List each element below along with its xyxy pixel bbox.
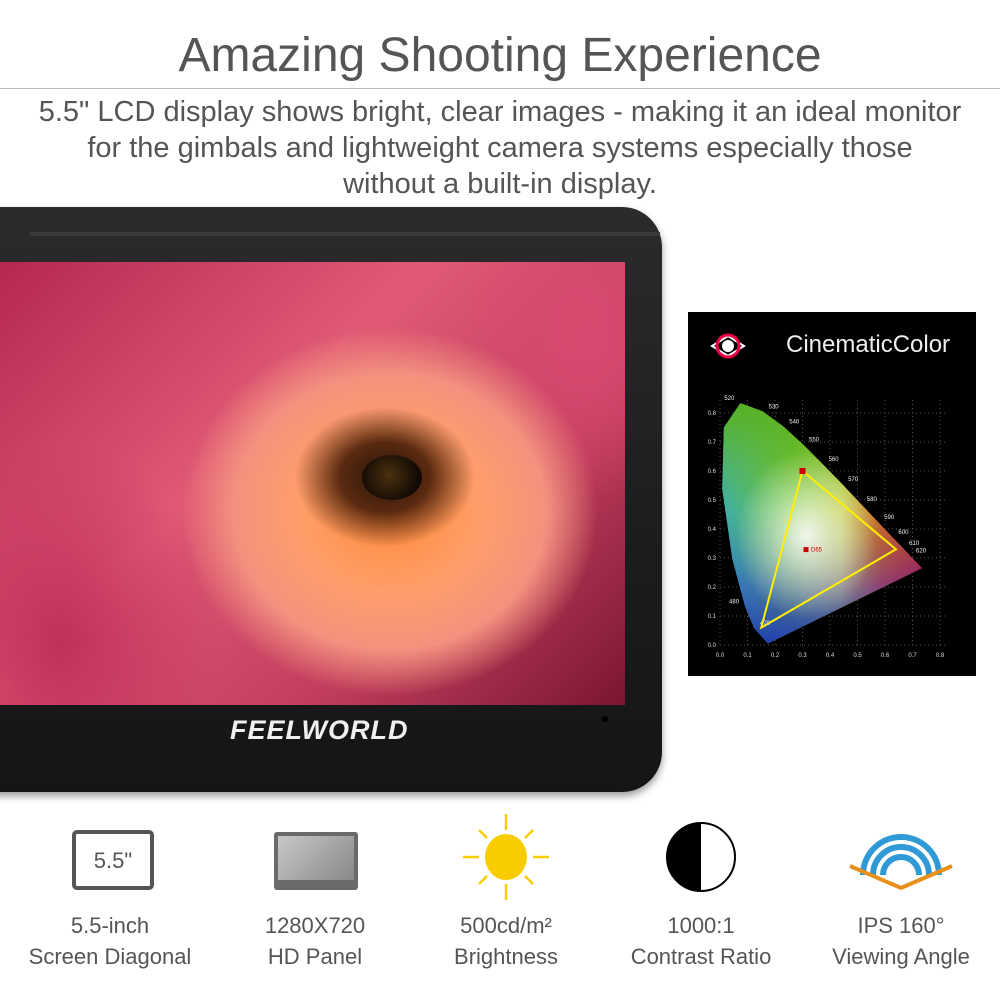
power-indicator <box>602 716 608 722</box>
feature-value: 500cd/m² <box>460 913 552 938</box>
title-divider <box>0 88 1000 89</box>
wavelength-label: 620 <box>916 549 927 555</box>
feature-value: 1000:1 <box>667 913 735 938</box>
contrast-icon <box>606 820 796 910</box>
wavelength-label: 550 <box>809 437 820 443</box>
x-tick-label: 0.0 <box>716 653 725 659</box>
wavelength-label: 570 <box>848 477 859 483</box>
wavelength-label: 610 <box>909 541 920 547</box>
monitor-screen-flower-image <box>0 262 625 705</box>
wavelength-label: 540 <box>789 419 800 425</box>
feature-contrast: 1000:1 Contrast Ratio <box>606 820 796 972</box>
feature-screen-diagonal: 5.5" 5.5-inch Screen Diagonal <box>15 820 205 972</box>
feature-label: Viewing Angle <box>832 944 970 969</box>
y-tick-label: 0.5 <box>708 498 717 504</box>
feature-value: 1280X720 <box>264 913 366 938</box>
viewing-angle-icon <box>806 820 996 910</box>
wavelength-label: 580 <box>867 497 878 503</box>
brand-logo: FEELWORLD <box>230 715 409 745</box>
x-tick-label: 0.1 <box>743 653 752 659</box>
x-tick-label: 0.5 <box>853 653 862 659</box>
feature-label: Brightness <box>454 944 558 969</box>
x-tick-label: 0.3 <box>798 653 807 659</box>
subtitle-line: for the gimbals and lightweight camera s… <box>87 132 913 164</box>
sun-icon <box>411 814 601 910</box>
wavelength-label: 600 <box>898 530 909 536</box>
y-tick-label: 0.4 <box>708 527 717 533</box>
y-tick-label: 0.3 <box>708 556 717 562</box>
wavelength-label: 590 <box>884 515 895 521</box>
feature-label: Screen Diagonal <box>28 944 192 969</box>
y-tick-label: 0.6 <box>708 469 717 475</box>
x-tick-label: 0.4 <box>826 653 835 659</box>
monitor-bezel-edge <box>30 232 660 236</box>
x-tick-label: 0.2 <box>771 653 780 659</box>
y-tick-label: 0.7 <box>708 440 717 446</box>
y-tick-label: 0.0 <box>708 643 717 649</box>
subtitle: 5.5" LCD display shows bright, clear ima… <box>0 94 1000 202</box>
feature-value: IPS 160° <box>857 913 945 938</box>
feature-brightness: 500cd/m² Brightness <box>411 814 601 972</box>
page-title: Amazing Shooting Experience <box>178 29 822 82</box>
feature-value: 5.5-inch <box>70 913 150 938</box>
bee-image <box>362 455 422 500</box>
green-primary-marker <box>799 468 806 474</box>
d65-marker <box>803 547 809 553</box>
subtitle-line: 5.5" LCD display shows bright, clear ima… <box>38 96 962 128</box>
y-tick-label: 0.2 <box>708 585 717 591</box>
x-tick-label: 0.6 <box>881 653 890 659</box>
feature-hd-panel: 1280X720 HD Panel <box>220 820 410 972</box>
x-tick-label: 0.8 <box>936 653 945 659</box>
wavelength-label: 520 <box>724 396 735 402</box>
d65-label: D65 <box>811 548 823 554</box>
y-tick-label: 0.8 <box>708 411 717 417</box>
feature-viewing-angle: IPS 160° Viewing Angle <box>806 820 996 972</box>
wavelength-label: 530 <box>769 404 780 410</box>
cinematic-color-panel: CinematicColor 0.0 0.1 0.2 0.3 0.4 0.5 0.6 0.7 0… <box>688 312 976 676</box>
white-region <box>722 403 923 644</box>
cie-chromaticity-diagram: CinematicColor 0.0 0.1 0.2 0.3 0.4 0.5 0.6 0.7 0… <box>708 331 950 659</box>
feature-label: Contrast Ratio <box>630 944 772 969</box>
feature-label: HD Panel <box>267 944 363 969</box>
wavelength-label: 560 <box>829 457 840 463</box>
subtitle-line: without a built-in display. <box>343 168 657 200</box>
hd-panel-icon <box>220 820 410 910</box>
cinematic-color-brand: CinematicColor <box>786 331 950 358</box>
wavelength-label: 480 <box>729 599 740 605</box>
x-tick-label: 0.7 <box>908 653 917 659</box>
cinematic-color-logo-icon <box>710 333 746 359</box>
y-tick-label: 0.1 <box>708 614 717 620</box>
screen-diagonal-icon: 5.5" <box>15 820 205 910</box>
